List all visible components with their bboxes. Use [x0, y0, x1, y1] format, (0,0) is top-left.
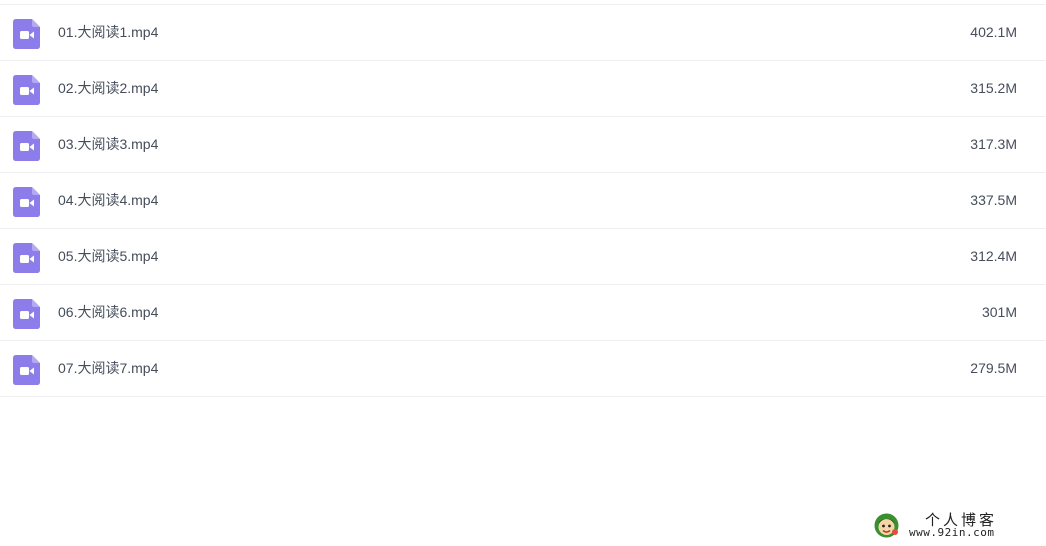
file-list: 01.大阅读1.mp4 402.1M 02.大阅读2.mp4 315.2M 03…	[0, 4, 1046, 397]
file-size: 402.1M	[970, 24, 1017, 40]
file-size: 337.5M	[970, 192, 1017, 208]
watermark: 个人博客 www.92in.com	[873, 509, 1033, 543]
video-file-icon	[13, 299, 40, 329]
watermark-url: www.92in.com	[909, 526, 995, 539]
file-name[interactable]: 01.大阅读1.mp4	[58, 24, 158, 40]
file-name[interactable]: 05.大阅读5.mp4	[58, 248, 158, 264]
file-row[interactable]: 07.大阅读7.mp4 279.5M	[0, 341, 1046, 397]
file-name[interactable]: 03.大阅读3.mp4	[58, 136, 158, 152]
file-name[interactable]: 07.大阅读7.mp4	[58, 360, 158, 376]
file-name[interactable]: 04.大阅读4.mp4	[58, 192, 158, 208]
video-file-icon	[13, 75, 40, 105]
file-name[interactable]: 02.大阅读2.mp4	[58, 80, 158, 96]
video-file-icon	[13, 243, 40, 273]
video-file-icon	[13, 131, 40, 161]
file-row[interactable]: 06.大阅读6.mp4 301M	[0, 285, 1046, 341]
file-row[interactable]: 04.大阅读4.mp4 337.5M	[0, 173, 1046, 229]
file-row[interactable]: 03.大阅读3.mp4 317.3M	[0, 117, 1046, 173]
file-size: 301M	[981, 304, 1017, 320]
file-size: 279.5M	[970, 360, 1017, 376]
video-file-icon	[13, 355, 40, 385]
file-size: 317.3M	[970, 136, 1017, 152]
file-row[interactable]: 02.大阅读2.mp4 315.2M	[0, 61, 1046, 117]
file-size: 312.4M	[970, 248, 1017, 264]
video-file-icon	[13, 187, 40, 217]
file-name[interactable]: 06.大阅读6.mp4	[58, 304, 158, 320]
file-row[interactable]: 01.大阅读1.mp4 402.1M	[0, 5, 1046, 61]
file-browser: 01.大阅读1.mp4 402.1M 02.大阅读2.mp4 315.2M 03…	[0, 0, 1046, 546]
blog-logo-icon	[874, 513, 899, 538]
file-size: 315.2M	[970, 80, 1017, 96]
file-row[interactable]: 05.大阅读5.mp4 312.4M	[0, 229, 1046, 285]
video-file-icon	[13, 19, 40, 49]
